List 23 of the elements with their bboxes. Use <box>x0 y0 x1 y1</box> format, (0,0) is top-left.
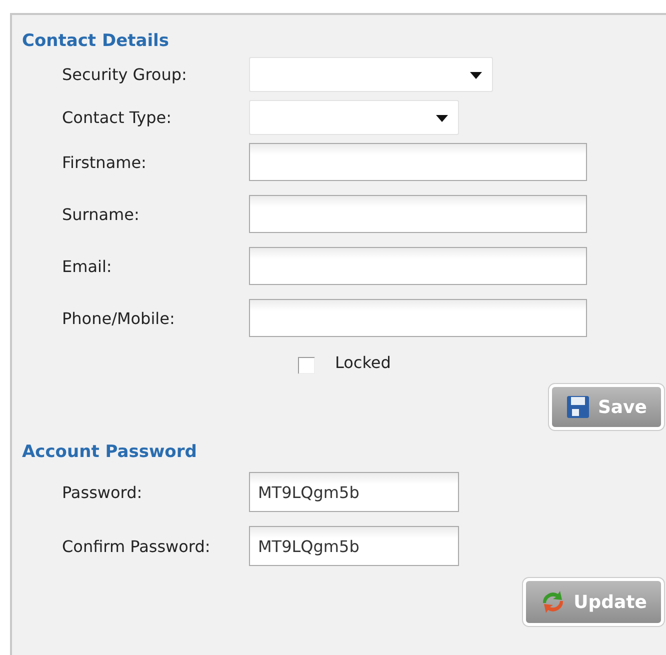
password-field[interactable]: MT9LQgm5b <box>249 472 459 512</box>
section-heading: Contact Details <box>22 31 170 51</box>
dropdown[interactable] <box>249 57 493 92</box>
field-label: Surname: <box>61 204 140 224</box>
input-field[interactable] <box>249 247 587 285</box>
section-heading: Account Password <box>22 442 198 462</box>
field-label: Password: <box>61 482 144 502</box>
field-label: Phone/Mobile: <box>61 308 176 328</box>
checkbox[interactable] <box>298 357 315 374</box>
field-label: Security Group: <box>61 65 188 84</box>
field-label: Firstname: <box>61 152 148 172</box>
field-label: Email: <box>61 256 113 276</box>
password-field[interactable]: MT9LQgm5b <box>249 526 459 566</box>
input-field[interactable] <box>249 143 587 181</box>
caret-icon <box>470 72 482 79</box>
input-field[interactable] <box>249 195 587 233</box>
input-field[interactable] <box>249 299 587 337</box>
save-icon <box>566 395 590 419</box>
dropdown[interactable] <box>249 100 459 135</box>
caret-icon <box>436 115 448 122</box>
checkbox-label: Locked <box>335 353 391 372</box>
field-label: Contact Type: <box>61 108 172 127</box>
field-label: Confirm Password: <box>61 536 212 556</box>
